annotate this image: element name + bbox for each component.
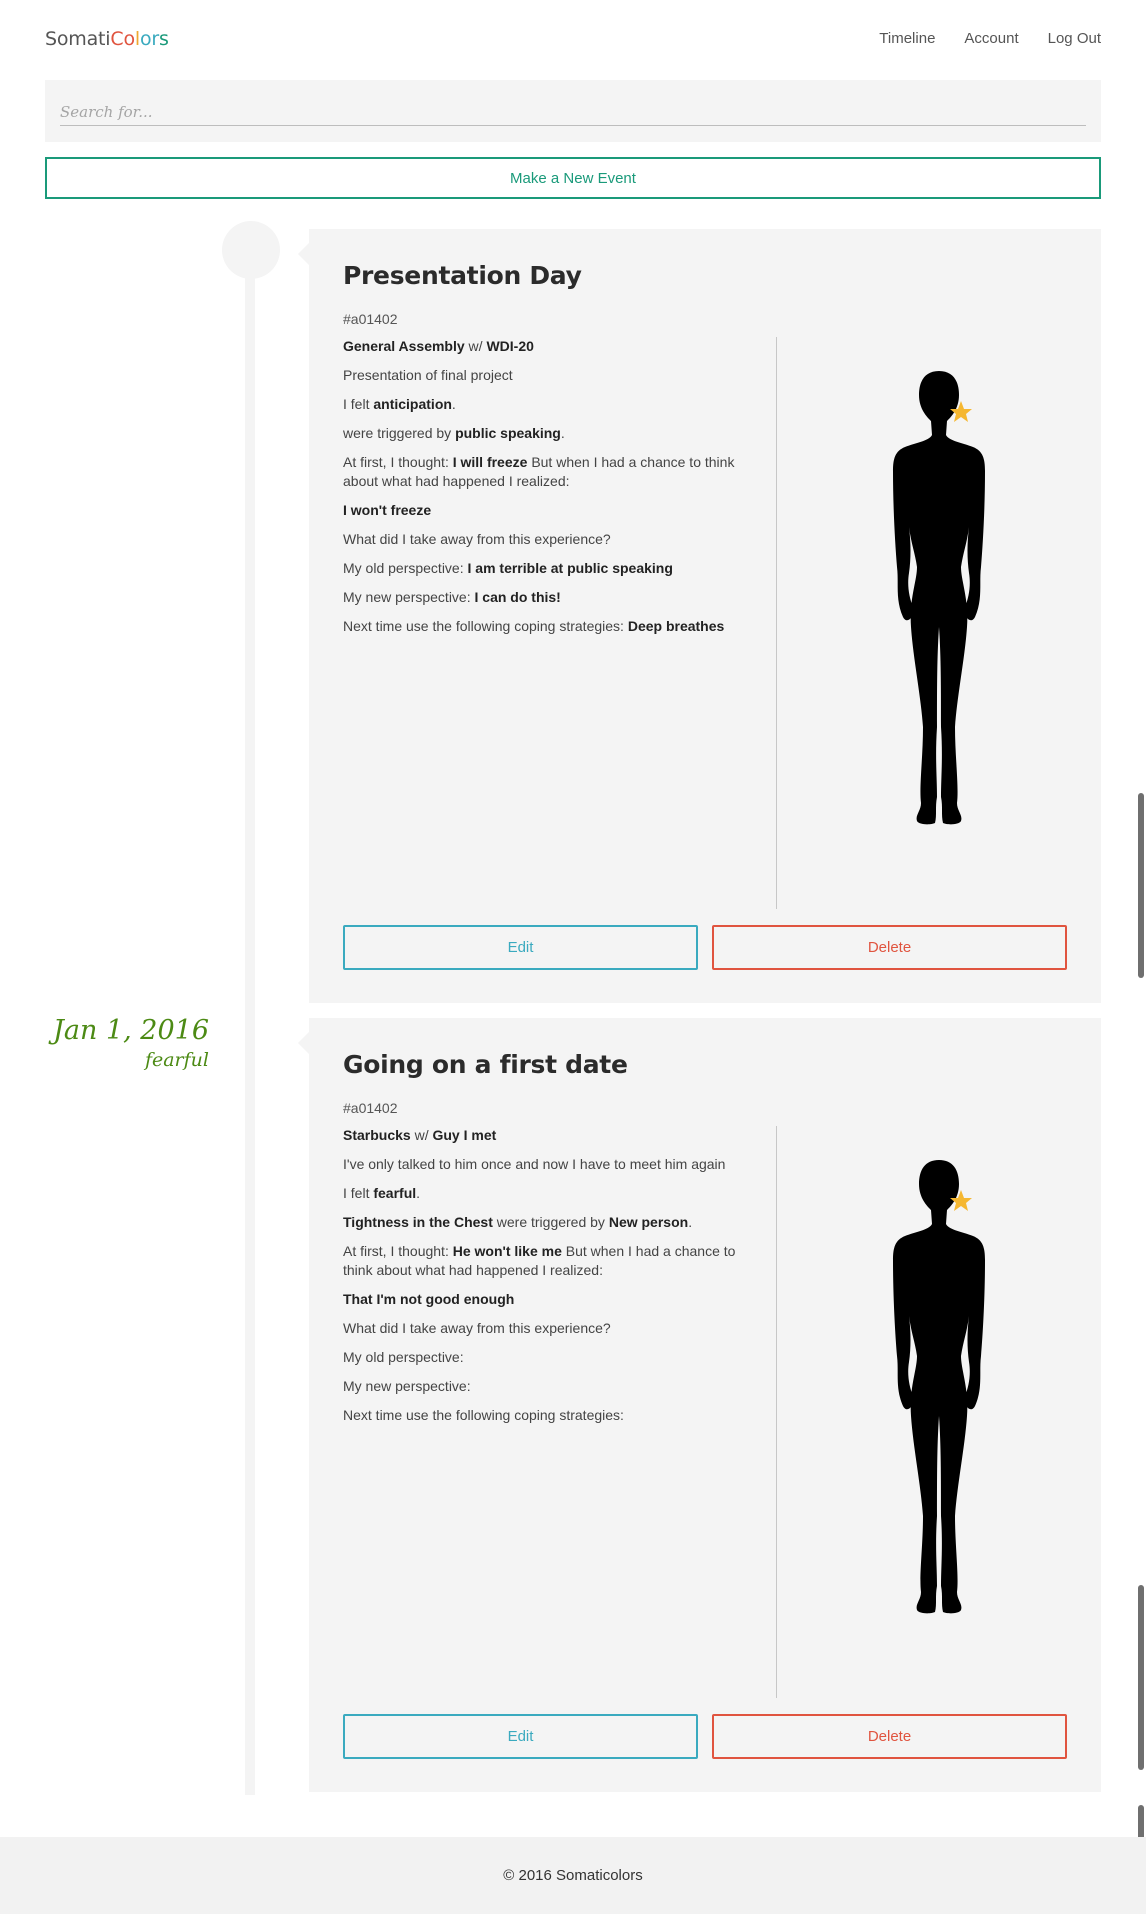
date-marker-date: Jan 1, 2016 <box>53 1015 209 1046</box>
event-location: Starbucks <box>343 1127 411 1143</box>
date-marker: Jan 1, 2016 fearful <box>53 1014 209 1072</box>
new-prefix: My new perspective: <box>343 589 471 605</box>
new-value: I can do this! <box>474 589 561 605</box>
old-perspective-line: My old perspective: I am terrible at pub… <box>343 559 743 578</box>
search-bar <box>45 80 1101 142</box>
event-title: Going on a first date <box>343 1050 628 1079</box>
realized-value: I won't freeze <box>343 502 432 518</box>
event-description: I've only talked to him once and now I h… <box>343 1156 726 1172</box>
event-with: Guy I met <box>432 1127 497 1143</box>
header: SomatiColors Timeline Account Log Out <box>45 28 1101 52</box>
event-card: Going on a first date #a01402 Starbucks … <box>298 1018 1101 1792</box>
thought-value: I will freeze <box>452 454 528 470</box>
thought-line: At first, I thought: I will freeze But w… <box>343 453 743 491</box>
scrollbar-thumb[interactable] <box>1138 793 1144 978</box>
thought-value: He won't like me <box>452 1243 562 1259</box>
event-code: #a01402 <box>343 1100 398 1116</box>
realized-line: That I'm not good enough <box>343 1290 743 1309</box>
edit-button[interactable]: Edit <box>343 1714 698 1759</box>
coping-line: Next time use the following coping strat… <box>343 617 743 636</box>
card-divider <box>776 337 777 909</box>
old-perspective-line: My old perspective: <box>343 1348 743 1367</box>
body-silhouette <box>893 371 985 825</box>
event-code: #a01402 <box>343 311 398 327</box>
coping-line: Next time use the following coping strat… <box>343 1406 743 1425</box>
logo-part: r <box>151 28 160 50</box>
coping-prefix: Next time use the following coping strat… <box>343 1407 624 1423</box>
event-title: Presentation Day <box>343 261 582 290</box>
realized-value: That I'm not good enough <box>343 1291 515 1307</box>
old-prefix: My old perspective: <box>343 560 464 576</box>
card-divider <box>776 1126 777 1698</box>
date-marker-emotion: fearful <box>144 1049 209 1071</box>
edit-button[interactable]: Edit <box>343 925 698 970</box>
takeaway-question: What did I take away from this experienc… <box>343 1320 611 1336</box>
felt-prefix: I felt <box>343 396 370 412</box>
footer: © 2016 Somaticolors <box>0 1837 1146 1914</box>
thought-prefix: At first, I thought: <box>343 454 449 470</box>
felt-value: fearful <box>373 1185 417 1201</box>
trigger-line: were triggered by public speaking. <box>343 425 565 441</box>
trigger-value: public speaking <box>455 425 561 441</box>
trigger-prefix: were triggered by <box>496 1214 605 1230</box>
top-nav: Timeline Account Log Out <box>879 30 1101 47</box>
trigger-value: New person <box>608 1214 689 1230</box>
logo-part: C <box>110 28 124 50</box>
timeline-line <box>245 245 255 1795</box>
timeline-dot <box>222 221 280 279</box>
event-location-line: Starbucks w/ Guy I met <box>343 1126 743 1145</box>
logo-part: o <box>139 28 152 50</box>
thought-prefix: At first, I thought: <box>343 1243 449 1259</box>
realized-line: I won't freeze <box>343 501 743 520</box>
scrollbar-thumb[interactable] <box>1138 1585 1144 1770</box>
trigger-subject: Tightness in the Chest <box>343 1214 493 1230</box>
logo-part: s <box>159 28 169 50</box>
delete-button[interactable]: Delete <box>712 925 1067 970</box>
with-word: w/ <box>414 1127 429 1143</box>
body-silhouette-figure <box>893 371 985 825</box>
felt-line: I felt anticipation. <box>343 396 456 412</box>
event-details: General Assembly w/ WDI-20 Presentation … <box>343 337 743 646</box>
coping-prefix: Next time use the following coping strat… <box>343 618 624 634</box>
trigger-prefix: were triggered by <box>343 425 452 441</box>
make-new-event-button[interactable]: Make a New Event <box>45 157 1101 199</box>
event-card: Presentation Day #a01402 General Assembl… <box>298 229 1101 1003</box>
event-location: General Assembly <box>343 338 465 354</box>
event-location-line: General Assembly w/ WDI-20 <box>343 337 743 356</box>
felt-line: I felt fearful. <box>343 1185 421 1201</box>
new-prefix: My new perspective: <box>343 1378 471 1394</box>
felt-prefix: I felt <box>343 1185 370 1201</box>
event-with: WDI-20 <box>486 338 534 354</box>
footer-copyright: © 2016 Somaticolors <box>503 1867 643 1884</box>
delete-button[interactable]: Delete <box>712 1714 1067 1759</box>
new-perspective-line: My new perspective: <box>343 1377 743 1396</box>
nav-timeline-link[interactable]: Timeline <box>879 30 935 47</box>
takeaway-question: What did I take away from this experienc… <box>343 531 611 547</box>
logo-part: o <box>123 28 135 50</box>
felt-value: anticipation <box>373 396 452 412</box>
nav-logout-link[interactable]: Log Out <box>1048 30 1101 47</box>
coping-value: Deep breathes <box>627 618 725 634</box>
body-silhouette-figure <box>893 1160 985 1614</box>
old-prefix: My old perspective: <box>343 1349 464 1365</box>
body-silhouette <box>893 1160 985 1614</box>
logo-part: Somati <box>45 28 111 50</box>
brand-logo[interactable]: SomatiColors <box>45 28 169 50</box>
thought-line: At first, I thought: He won't like me Bu… <box>343 1242 743 1280</box>
search-input[interactable] <box>60 98 1086 126</box>
nav-account-link[interactable]: Account <box>964 30 1018 47</box>
old-value: I am terrible at public speaking <box>467 560 673 576</box>
event-description: Presentation of final project <box>343 367 513 383</box>
new-perspective-line: My new perspective: I can do this! <box>343 588 743 607</box>
trigger-line: Tightness in the Chest were triggered by… <box>343 1214 693 1230</box>
with-word: w/ <box>468 338 483 354</box>
event-details: Starbucks w/ Guy I met I've only talked … <box>343 1126 743 1435</box>
